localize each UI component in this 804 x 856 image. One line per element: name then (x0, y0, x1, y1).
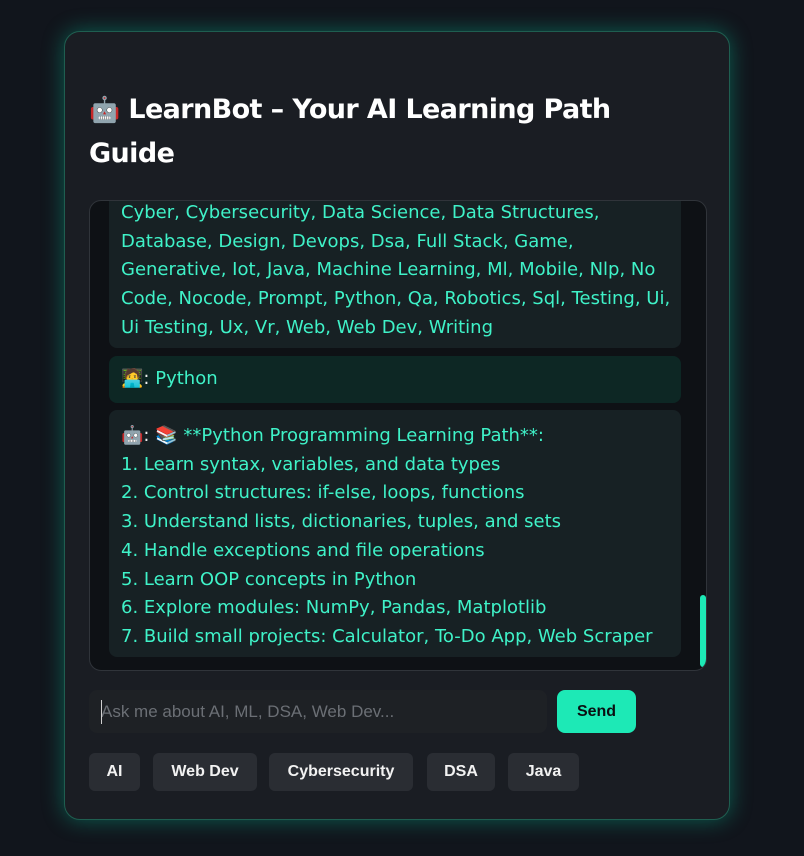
message-line: Database, Design, Devops, Dsa, Full Stac… (121, 230, 574, 252)
message-input[interactable] (89, 690, 547, 733)
message-line: 1. Learn syntax, variables, and data typ… (121, 453, 501, 475)
chat-scrollbar[interactable] (700, 595, 706, 667)
message-line: 2. Control structures: if-else, loops, f… (121, 482, 525, 504)
user-message-text: Python (155, 368, 218, 389)
user-avatar-icon: 🧑‍💻 (121, 368, 144, 389)
books-icon: 📚 (155, 425, 178, 446)
bot-message: 🤖: 📚 **Python Programming Learning Path*… (109, 410, 681, 657)
message-line: Ui Testing, Ux, Vr, Web, Web Dev, Writin… (121, 316, 494, 338)
chat-log[interactable]: Cyber, Cybersecurity, Data Science, Data… (89, 200, 707, 671)
chip-java[interactable]: Java (508, 753, 579, 791)
message-line: 3. Understand lists, dictionaries, tuple… (121, 511, 562, 533)
message-line: 7. Build small projects: Calculator, To-… (121, 625, 653, 647)
user-message: 🧑‍💻: Python (109, 356, 681, 403)
message-line: 6. Explore modules: NumPy, Pandas, Matpl… (121, 597, 547, 619)
text-caret (101, 700, 102, 724)
message-line: 4. Handle exceptions and file operations (121, 539, 485, 561)
bot-message: Cyber, Cybersecurity, Data Science, Data… (109, 201, 681, 348)
chip-cybersecurity[interactable]: Cybersecurity (269, 753, 413, 791)
page-title: 🤖 LearnBot – Your AI Learning Path Guide (89, 88, 689, 176)
message-line: 5. Learn OOP concepts in Python (121, 568, 417, 590)
chip-web-dev[interactable]: Web Dev (153, 753, 257, 791)
robot-icon: 🤖 (89, 95, 120, 124)
message-line: Cyber, Cybersecurity, Data Science, Data… (121, 202, 600, 223)
chip-ai[interactable]: AI (89, 753, 140, 791)
message-line: **Python Programming Learning Path**: (183, 425, 544, 446)
message-line: Code, Nocode, Prompt, Python, Qa, Roboti… (121, 288, 671, 310)
chip-dsa[interactable]: DSA (427, 753, 495, 791)
chat-card: 🤖 LearnBot – Your AI Learning Path Guide… (64, 31, 730, 820)
title-text: LearnBot – Your AI Learning Path Guide (89, 94, 611, 169)
bot-avatar-icon: 🤖 (121, 425, 144, 446)
message-line: Generative, Iot, Java, Machine Learning,… (121, 259, 656, 281)
send-button[interactable]: Send (557, 690, 636, 733)
